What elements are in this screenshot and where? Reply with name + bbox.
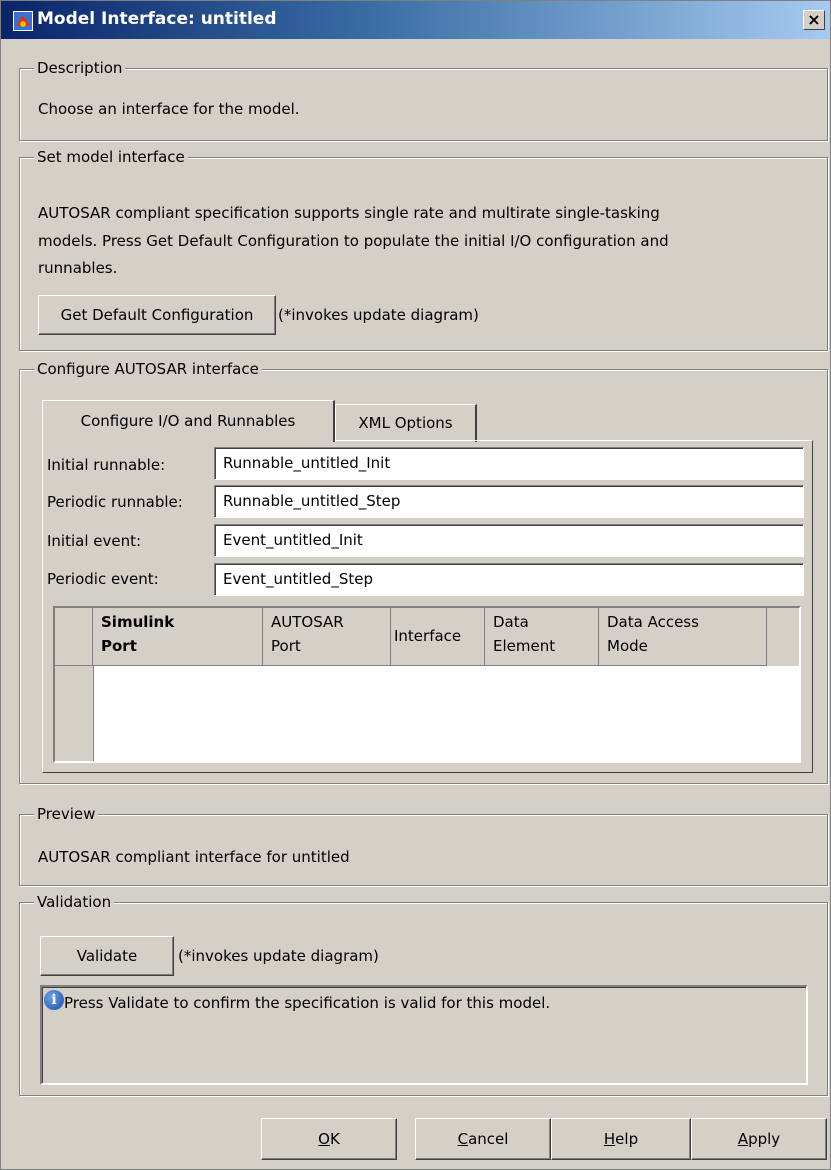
header-autosar-port[interactable]: AUTOSAR Port <box>263 608 391 666</box>
model-interface-dialog: Model Interface: untitled × Description … <box>0 0 831 1170</box>
table-corner <box>55 608 93 666</box>
set-model-interface-text-line-1: AUTOSAR compliant specification supports… <box>38 204 660 222</box>
cancel-button[interactable]: Cancel <box>415 1118 551 1160</box>
cancel-button-label: ancel <box>468 1130 509 1148</box>
help-button-mnemonic: H <box>603 1130 616 1148</box>
description-group: Description Choose an interface for the … <box>19 59 828 141</box>
title-bar[interactable]: Model Interface: untitled × <box>1 1 830 39</box>
header-interface[interactable]: Interface <box>391 608 485 666</box>
help-button[interactable]: Help <box>551 1118 691 1160</box>
periodic-runnable-field[interactable]: Runnable_untitled_Step <box>214 485 804 518</box>
set-model-interface-text-line-2: models. Press Get Default Configuration … <box>38 232 669 250</box>
header-simulink-port[interactable]: Simulink Port <box>93 608 263 666</box>
validation-message-box: i Press Validate to confirm the specific… <box>40 985 808 1085</box>
periodic-runnable-label: Periodic runnable: <box>47 493 183 511</box>
validation-message: Press Validate to confirm the specificat… <box>64 994 551 1012</box>
port-table-header: Simulink Port AUTOSAR Port Interface Dat… <box>55 608 799 666</box>
preview-text: AUTOSAR compliant interface for untitled <box>38 848 350 866</box>
validation-legend: Validation <box>34 893 115 911</box>
configure-autosar-group: Configure AUTOSAR interface Configure I/… <box>19 360 828 784</box>
set-model-interface-group: Set model interface AUTOSAR compliant sp… <box>19 148 828 351</box>
validate-button[interactable]: Validate <box>40 936 174 976</box>
ok-button-label: K <box>329 1130 340 1148</box>
initial-event-label: Initial event: <box>47 532 142 550</box>
header-data-element[interactable]: Data Element <box>485 608 599 666</box>
periodic-event-field[interactable]: Event_untitled_Step <box>214 563 804 596</box>
header-autosar-port-line2: Port <box>271 637 301 655</box>
header-data-access-mode-line1: Data Access <box>607 613 699 631</box>
header-simulink-port-line1: Simulink <box>101 613 175 631</box>
close-icon[interactable]: × <box>803 10 825 30</box>
port-table[interactable]: Simulink Port AUTOSAR Port Interface Dat… <box>53 606 801 763</box>
header-data-access-mode-line2: Mode <box>607 637 648 655</box>
description-text: Choose an interface for the model. <box>38 100 300 118</box>
ok-button[interactable]: OK <box>261 1118 397 1160</box>
apply-button-mnemonic: A <box>737 1130 749 1148</box>
periodic-event-label: Periodic event: <box>47 570 159 588</box>
cancel-button-mnemonic: C <box>457 1130 469 1148</box>
apply-button[interactable]: Apply <box>691 1118 827 1160</box>
apply-button-label: pply <box>748 1130 781 1148</box>
tab-panel: Initial runnable: Runnable_untitled_Init… <box>42 440 813 773</box>
ok-button-mnemonic: O <box>318 1130 330 1148</box>
header-data-element-line2: Element <box>493 637 556 655</box>
preview-legend: Preview <box>34 805 99 823</box>
header-interface-line1: Interface <box>394 627 462 645</box>
validation-group: Validation Validate (*invokes update dia… <box>19 893 828 1096</box>
get-default-configuration-note: (*invokes update diagram) <box>278 306 479 324</box>
table-row-header-column <box>55 666 94 761</box>
initial-runnable-label: Initial runnable: <box>47 456 166 474</box>
initial-runnable-field[interactable]: Runnable_untitled_Init <box>214 447 804 480</box>
header-data-access-mode[interactable]: Data Access Mode <box>599 608 767 666</box>
simulink-app-icon <box>13 11 33 31</box>
get-default-configuration-button[interactable]: Get Default Configuration <box>38 295 276 335</box>
tab-configure-io-runnables[interactable]: Configure I/O and Runnables <box>42 400 335 442</box>
set-model-interface-text-line-3: runnables. <box>38 259 118 277</box>
header-simulink-port-line2: Port <box>101 637 137 655</box>
set-model-interface-legend: Set model interface <box>34 148 188 166</box>
header-data-element-line1: Data <box>493 613 529 631</box>
description-legend: Description <box>34 59 126 77</box>
validate-note: (*invokes update diagram) <box>178 947 379 965</box>
preview-group: Preview AUTOSAR compliant interface for … <box>19 805 828 886</box>
help-button-label: elp <box>615 1130 639 1148</box>
tab-xml-options[interactable]: XML Options <box>335 404 477 442</box>
initial-event-field[interactable]: Event_untitled_Init <box>214 524 804 557</box>
header-autosar-port-line1: AUTOSAR <box>271 613 344 631</box>
info-icon: i <box>44 990 64 1010</box>
configure-autosar-legend: Configure AUTOSAR interface <box>34 360 262 378</box>
window-title: Model Interface: untitled <box>37 9 277 29</box>
